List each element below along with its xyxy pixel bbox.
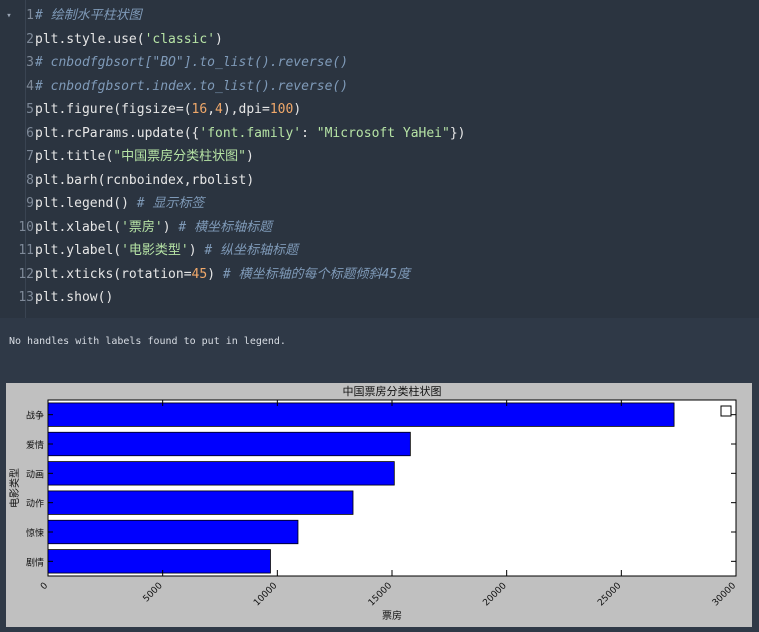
bar-动画 [47,461,395,486]
code-text: plt.title("中国票房分类柱状图") [35,149,254,164]
code-line[interactable]: 13 plt.show() [0,287,759,309]
code-text: plt.xticks(rotation=45) # 横坐标轴的每个标题倾斜45度 [35,266,411,282]
code-line[interactable]: 3 # cnbodfgbsort["BO"].to_list().reverse(… [0,52,759,74]
code-text: plt.legend() # 显示标签 [35,196,205,211]
code-line[interactable]: 7 plt.title("中国票房分类柱状图") [0,146,759,168]
line-number: 7 [26,149,34,164]
xtick-label: 30000 [711,581,739,609]
bar-爱情 [47,431,411,457]
code-text: plt.rcParams.update({'font.family': "Mic… [35,125,466,141]
line-number: 11 [18,243,34,258]
xtick-label: 10000 [252,581,280,609]
code-text: plt.xlabel('票房') # 横坐标轴标题 [35,219,273,235]
y-axis-label: 电影类型 [8,468,21,508]
xtick-label: 0 [39,581,50,592]
code-line[interactable]: 12 plt.xticks(rotation=45) # 横坐标轴的每个标题倾斜4… [0,264,759,286]
code-text: # 绘制水平柱状图 [35,8,142,23]
line-number: 3 [26,55,34,70]
code-line[interactable]: 11 plt.ylabel('电影类型') # 纵坐标轴标题 [0,240,759,262]
line-number: 10 [18,219,34,235]
bar-惊悚 [47,519,299,545]
ytick-label: 爱情 [26,439,44,451]
code-line[interactable]: 8 plt.barh(rcnboindex,rbolist) [0,170,759,192]
x-axis-label: 票房 [382,609,402,622]
xtick-label: 5000 [142,581,165,604]
code-text: plt.figure(figsize=(16,4),dpi=100) [35,102,302,117]
code-text: # cnbodfgbsort.index.to_list().reverse() [35,78,349,94]
ytick-label: 动画 [26,469,44,480]
line-number: 5 [26,102,34,117]
ytick-label: 剧情 [26,556,44,568]
ytick-label: 惊悚 [26,527,44,539]
xtick-label: 15000 [367,581,395,609]
bar-chart: 中国票房分类柱状图剧情 惊悚 动作 动画 爱情 战争 0 5000 10000 15000 2000… [8,384,739,622]
xtick-label: 20000 [481,581,509,609]
code-line[interactable]: 10 plt.xlabel('票房') # 横坐标轴标题 [0,217,759,239]
code-text: plt.barh(rcnboindex,rbolist) [35,172,255,188]
bar-战争 [47,402,675,427]
legend-box [720,405,732,417]
code-line[interactable]: 6 plt.rcParams.update({'font.family': "Mi… [0,123,759,145]
line-number: 1 [26,8,34,23]
code-line[interactable]: 2 plt.style.use('classic') [0,29,759,51]
xtick-label: 25000 [596,581,624,609]
line-number: 13 [18,290,34,305]
bar-动作 [47,490,354,515]
stderr-output: No handles with labels found to put in l… [9,336,286,347]
line-number: 2 [26,31,34,47]
code-line[interactable]: 5 plt.figure(figsize=(16,4),dpi=100) [0,99,759,121]
code-cell[interactable]: ▾ 1 # 绘制水平柱状图 2 plt.style.use('classic') 3 # … [0,0,759,318]
code-text: plt.style.use('classic') [35,31,223,47]
code-text: # cnbodfgbsort["BO"].to_list().reverse() [35,55,349,70]
line-number: 6 [26,125,34,141]
bar-剧情 [47,549,271,574]
line-number: 12 [18,266,34,282]
code-text: plt.ylabel('电影类型') # 纵坐标轴标题 [35,243,299,258]
code-text: plt.show() [35,290,114,305]
chart-figure: 中国票房分类柱状图剧情 惊悚 动作 动画 爱情 战争 0 5000 10000 15000 2000… [6,383,752,627]
code-line[interactable]: 1 # 绘制水平柱状图 [0,5,759,27]
chart-title: 中国票房分类柱状图 [343,384,442,398]
ytick-label: 战争 [26,410,44,422]
line-number: 4 [26,78,34,94]
line-number: 8 [26,172,34,188]
ytick-label: 动作 [26,498,44,510]
code-line[interactable]: 4 # cnbodfgbsort.index.to_list().reverse(… [0,76,759,98]
code-line[interactable]: 9 plt.legend() # 显示标签 [0,193,759,215]
line-number: 9 [26,196,34,211]
